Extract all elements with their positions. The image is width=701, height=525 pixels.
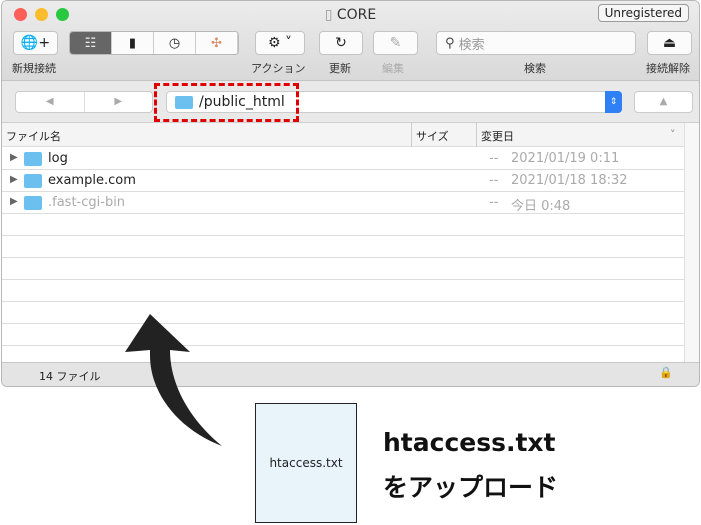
curved-arrow-icon <box>125 314 222 446</box>
caption-line1: htaccess.txt <box>383 428 556 457</box>
caption-line2: をアップロード <box>383 473 559 502</box>
htaccess-file: htaccess.txt <box>255 403 357 523</box>
file-label: htaccess.txt <box>269 456 343 470</box>
